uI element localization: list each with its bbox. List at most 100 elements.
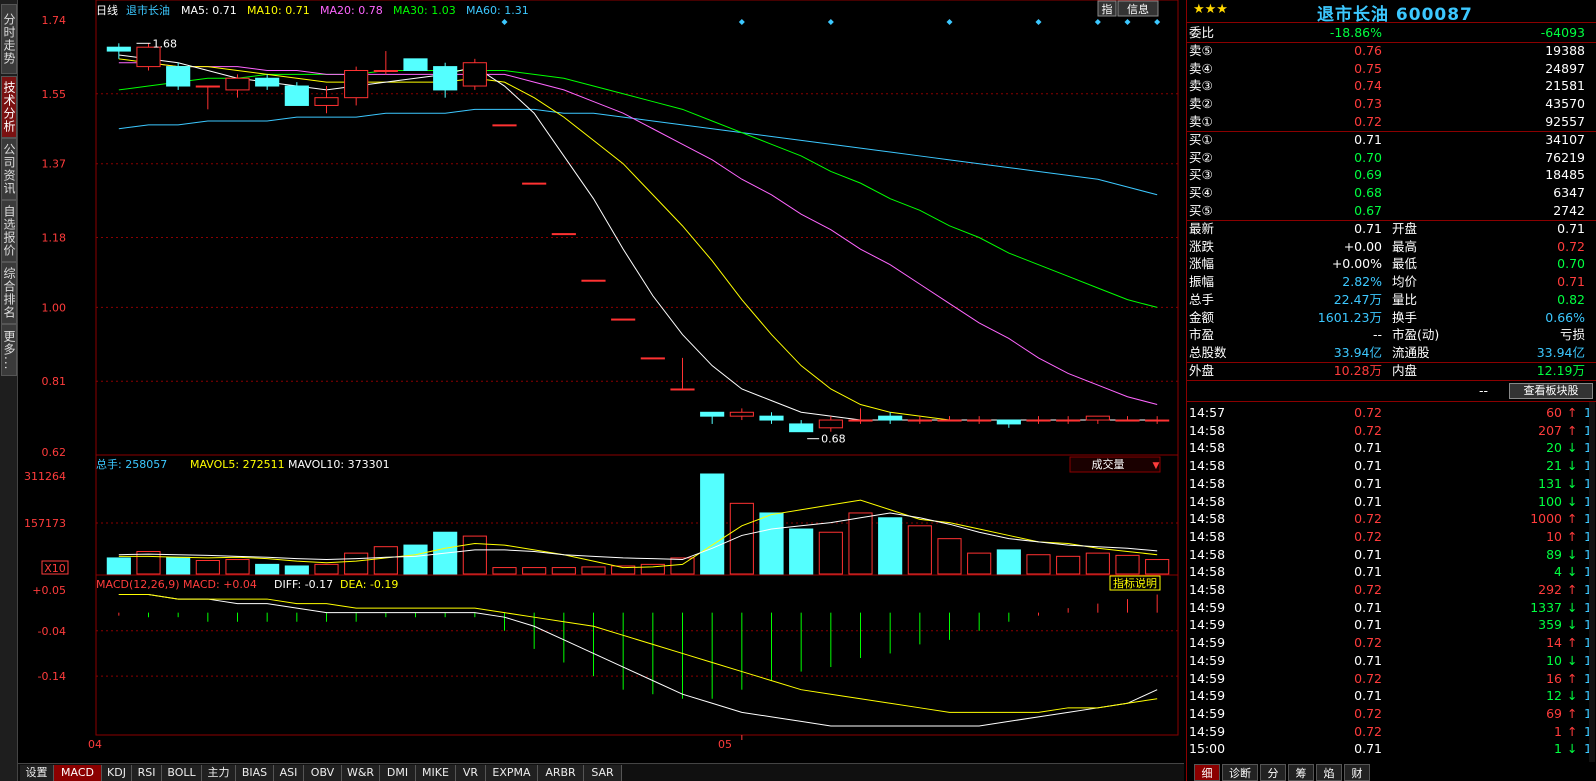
- volume-bar[interactable]: [492, 567, 517, 575]
- volume-bar[interactable]: [759, 512, 784, 575]
- indicator-tab-asi[interactable]: ASI: [274, 765, 304, 781]
- volume-bar[interactable]: [136, 551, 161, 575]
- quote-tab-4[interactable]: 焰: [1316, 764, 1342, 781]
- indicator-tab-expma[interactable]: EXPMA: [486, 765, 538, 781]
- volume-bar[interactable]: [700, 473, 725, 575]
- volume-bar[interactable]: [1145, 559, 1170, 575]
- indicator-tab-w&r[interactable]: W&R: [342, 765, 380, 781]
- volume-bar[interactable]: [937, 538, 962, 575]
- quote-tab-5[interactable]: 财: [1344, 764, 1370, 781]
- volume-bar[interactable]: [373, 546, 398, 575]
- volume-bar[interactable]: [255, 563, 280, 575]
- candle-body[interactable]: [106, 46, 131, 52]
- volume-bar[interactable]: [462, 535, 487, 575]
- candle-body[interactable]: [403, 58, 428, 71]
- indicator-tab-macd[interactable]: MACD: [54, 765, 102, 781]
- candle-body[interactable]: [195, 85, 220, 88]
- volume-bar[interactable]: [996, 549, 1021, 575]
- indicator-tab-bias[interactable]: BIAS: [236, 765, 274, 781]
- chart-area[interactable]: 日线 退市长油 MA5: 0.71 MA10: 0.71 MA20: 0.78 MA30:…: [18, 0, 1184, 763]
- indicator-tab-kdj[interactable]: KDJ: [102, 765, 132, 781]
- view-sector-stocks-button[interactable]: 查看板块股: [1509, 383, 1593, 399]
- indicator-tab-dmi[interactable]: DMI: [380, 765, 416, 781]
- left-tab-3[interactable]: 自选报价: [1, 200, 17, 262]
- indicator-tab-主力[interactable]: 主力: [202, 765, 236, 781]
- index-button-label[interactable]: 指: [1102, 2, 1113, 16]
- volume-bar[interactable]: [1115, 554, 1140, 575]
- left-tab-0[interactable]: 分时走势: [1, 4, 17, 74]
- volume-bar[interactable]: [106, 557, 131, 575]
- candle-body[interactable]: [1085, 415, 1110, 421]
- volume-bar[interactable]: [1085, 552, 1110, 575]
- volume-bar[interactable]: [581, 566, 606, 575]
- volume-bar[interactable]: [403, 544, 428, 575]
- candle-body[interactable]: [878, 415, 903, 421]
- indicator-tab-arbr[interactable]: ARBR: [538, 765, 584, 781]
- volume-bar[interactable]: [818, 531, 843, 575]
- indicator-tab-rsi[interactable]: RSI: [132, 765, 162, 781]
- volume-bar[interactable]: [878, 517, 903, 575]
- candle-body[interactable]: [670, 388, 695, 391]
- candle-body[interactable]: [522, 182, 547, 185]
- volume-bar[interactable]: [195, 560, 220, 575]
- volume-dropdown-label[interactable]: 成交量: [1092, 457, 1125, 471]
- left-tab-1[interactable]: 技术分析: [1, 76, 17, 138]
- info-button-label[interactable]: 信息: [1127, 2, 1149, 16]
- candle-body[interactable]: [907, 419, 932, 422]
- candle-body[interactable]: [581, 279, 606, 282]
- quote-tab-0[interactable]: 细: [1194, 764, 1220, 781]
- indicator-tab-boll[interactable]: BOLL: [162, 765, 202, 781]
- candle-body[interactable]: [492, 124, 517, 127]
- volume-bar[interactable]: [1056, 555, 1081, 575]
- candle-body[interactable]: [611, 318, 636, 321]
- quote-tab-2[interactable]: 分: [1260, 764, 1286, 781]
- candle-body[interactable]: [729, 411, 754, 417]
- candle-body[interactable]: [937, 419, 962, 422]
- candle-body[interactable]: [1026, 419, 1051, 422]
- candle-body[interactable]: [314, 97, 339, 106]
- candle-body[interactable]: [967, 419, 992, 422]
- candle-body[interactable]: [344, 69, 369, 99]
- candle-body[interactable]: [284, 85, 309, 106]
- chevron-down-icon[interactable]: ▼: [1153, 461, 1160, 471]
- volume-bar[interactable]: [907, 525, 932, 575]
- candle-body[interactable]: [1056, 419, 1081, 422]
- tick-scrollbar[interactable]: [1589, 402, 1595, 762]
- candle-body[interactable]: [848, 419, 873, 422]
- indicator-help-label[interactable]: 指标说明: [1113, 576, 1157, 590]
- indicator-tab-设置[interactable]: 设置: [20, 765, 54, 781]
- quote-tab-1[interactable]: 诊断: [1222, 764, 1258, 781]
- candle-body[interactable]: [818, 419, 843, 429]
- candle-body[interactable]: [640, 357, 665, 360]
- left-tab-2[interactable]: 公司资讯: [1, 138, 17, 200]
- volume-bar[interactable]: [670, 557, 695, 575]
- candle-body[interactable]: [700, 411, 725, 417]
- candle-body[interactable]: [759, 415, 784, 421]
- candle-body[interactable]: [225, 77, 250, 91]
- volume-bar[interactable]: [284, 565, 309, 575]
- candle-body[interactable]: [255, 77, 280, 87]
- left-tab-5[interactable]: 更多...: [1, 324, 17, 376]
- indicator-tab-mike[interactable]: MIKE: [416, 765, 456, 781]
- candle-body[interactable]: [166, 66, 191, 87]
- left-tab-4[interactable]: 综合排名: [1, 262, 17, 324]
- candle-body[interactable]: [462, 62, 487, 87]
- candle-body[interactable]: [433, 66, 458, 91]
- indicator-tab-obv[interactable]: OBV: [304, 765, 342, 781]
- volume-bar[interactable]: [225, 559, 250, 575]
- volume-bar[interactable]: [522, 567, 547, 575]
- volume-bar[interactable]: [1026, 554, 1051, 575]
- indicator-tab-vr[interactable]: VR: [456, 765, 486, 781]
- candle-body[interactable]: [1115, 419, 1140, 422]
- volume-bar[interactable]: [314, 563, 339, 575]
- volume-bar[interactable]: [166, 556, 191, 575]
- volume-bar[interactable]: [789, 528, 814, 575]
- indicator-tab-sar[interactable]: SAR: [584, 765, 622, 781]
- quote-tab-3[interactable]: 筹: [1288, 764, 1314, 781]
- candle-body[interactable]: [551, 233, 576, 236]
- candle-body[interactable]: [1145, 419, 1170, 422]
- candle-body[interactable]: [789, 423, 814, 433]
- candle-body[interactable]: [373, 69, 398, 72]
- candle-body[interactable]: [996, 419, 1021, 425]
- volume-bar[interactable]: [344, 552, 369, 575]
